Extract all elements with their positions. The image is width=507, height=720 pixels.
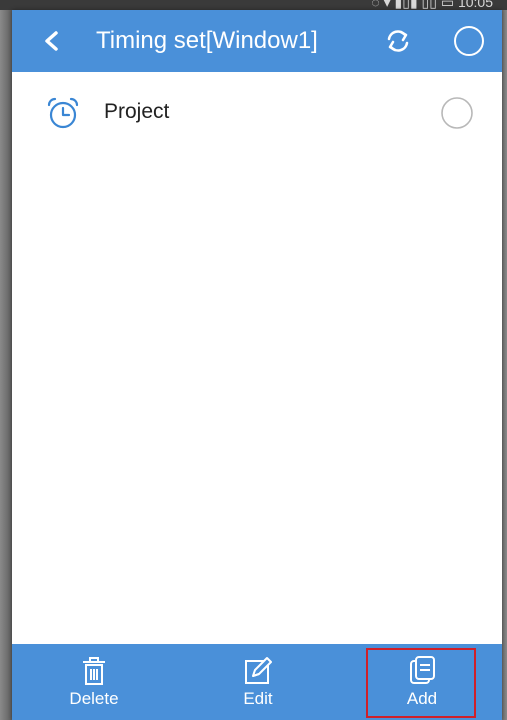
screen: ◌ ▾ ▮▯▮ ▯▯ ▭ 10:05 Timing set[Window1] P…: [0, 0, 507, 720]
trash-icon: [83, 657, 105, 685]
bottom-toolbar: Delete Edit Add: [12, 644, 502, 720]
status-bar-text: ◌ ▾ ▮▯▮ ▯▯ ▭ 10:05: [371, 0, 493, 10]
refresh-icon: [387, 30, 409, 52]
title-bar: Timing set[Window1]: [12, 10, 502, 72]
alarm-clock-icon: [47, 97, 79, 129]
select-all-radio[interactable]: [452, 24, 486, 58]
radio-circle-icon: [454, 26, 484, 56]
add-document-icon: [410, 656, 435, 684]
page-title: Timing set[Window1]: [96, 27, 318, 54]
edit-button-label: Edit: [243, 689, 273, 708]
item-radio-icon[interactable]: [440, 96, 474, 130]
delete-button[interactable]: Delete: [54, 644, 134, 720]
timing-set-dialog: Timing set[Window1] Project Delete Edit …: [12, 10, 502, 720]
edit-pencil-icon: [245, 657, 272, 684]
chevron-left-icon: [45, 31, 58, 51]
add-button-label: Add: [406, 689, 438, 708]
status-bar: ◌ ▾ ▮▯▮ ▯▯ ▭ 10:05: [0, 0, 507, 10]
background-edge-left: [0, 0, 12, 720]
edit-button[interactable]: Edit: [218, 644, 298, 720]
refresh-button[interactable]: [380, 24, 416, 58]
back-button[interactable]: [36, 24, 66, 58]
add-button[interactable]: Add: [368, 644, 476, 720]
list-item[interactable]: Project: [12, 90, 502, 136]
list-item-label: Project: [104, 100, 170, 123]
delete-button-label: Delete: [69, 689, 119, 708]
timing-list: Project: [12, 72, 502, 654]
